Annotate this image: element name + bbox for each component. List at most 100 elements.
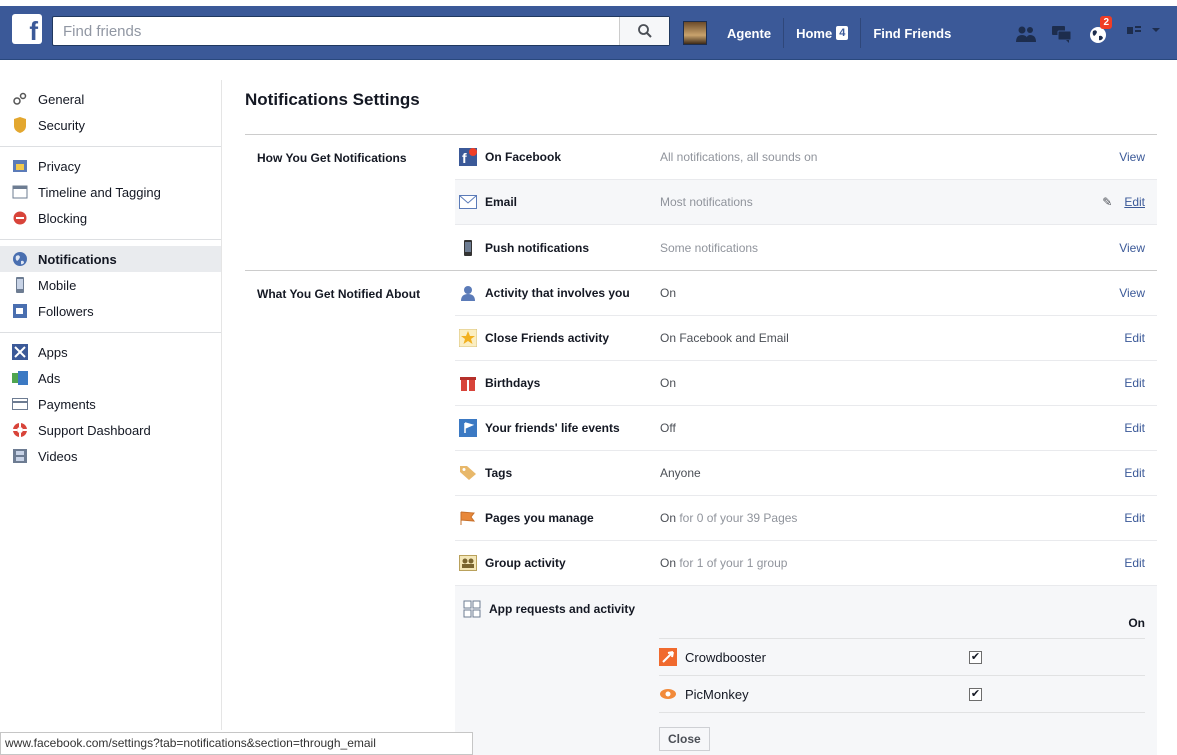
settings-sidebar: General Security Privacy Timeline and Ta…: [0, 80, 222, 730]
account-menu[interactable]: [1126, 24, 1162, 36]
setting-row-group-activity[interactable]: Group activity On for 1 of your 1 group …: [455, 541, 1157, 586]
pencil-icon: ✎: [1102, 195, 1113, 209]
setting-name: Birthdays: [455, 374, 660, 392]
notifications-badge: 2: [1100, 16, 1112, 29]
sidebar-item-timeline[interactable]: Timeline and Tagging: [0, 179, 221, 205]
edit-link[interactable]: Edit: [1087, 331, 1157, 345]
section-label: What You Get Notified About: [257, 287, 421, 301]
list-item: PicMonkey ✔: [659, 676, 1145, 713]
edit-link[interactable]: Edit: [1087, 556, 1157, 570]
crowdbooster-checkbox[interactable]: ✔: [969, 650, 982, 664]
top-nav: Agente Home 4 Find Friends: [683, 18, 963, 48]
setting-row-email[interactable]: Email Most notifications ✎ Edit: [455, 180, 1157, 225]
setting-label: Your friends' life events: [485, 421, 620, 435]
profile-name: Agente: [727, 25, 772, 41]
sidebar-item-support-dashboard[interactable]: Support Dashboard: [0, 417, 221, 443]
view-link[interactable]: View: [1087, 241, 1157, 255]
setting-label: Group activity: [485, 556, 566, 570]
sidebar-item-ads[interactable]: Ads: [0, 365, 221, 391]
sidebar-item-general[interactable]: General: [0, 86, 221, 112]
envelope-icon: [459, 193, 477, 211]
close-button[interactable]: Close: [659, 727, 710, 751]
sidebar-item-apps[interactable]: Apps: [0, 339, 221, 365]
notifications-globe-icon[interactable]: 2: [1084, 16, 1112, 48]
app-requests-panel: App requests and activity On Crowdbooste…: [455, 586, 1157, 755]
view-link[interactable]: View: [1087, 286, 1157, 300]
apps-icon: [12, 344, 28, 360]
avatar[interactable]: [683, 21, 707, 45]
setting-name: App requests and activity: [459, 600, 664, 618]
pages-flag-icon: [459, 509, 477, 527]
setting-row-activity[interactable]: Activity that involves you On View: [455, 271, 1157, 316]
view-link[interactable]: View: [1087, 150, 1157, 164]
home-label: Home: [796, 25, 833, 41]
sidebar-item-label: Payments: [38, 396, 96, 412]
globe-icon: [12, 251, 28, 267]
gift-icon: [459, 374, 477, 392]
film-icon: [12, 448, 28, 464]
notification-settings-table: How You Get Notifications f On Facebook …: [245, 134, 1157, 755]
setting-label: Birthdays: [485, 376, 541, 390]
search-input[interactable]: [53, 17, 613, 45]
friend-requests-icon[interactable]: [1012, 20, 1040, 48]
edit-link[interactable]: Edit: [1087, 421, 1157, 435]
setting-row-tags[interactable]: Tags Anyone Edit: [455, 451, 1157, 496]
facebook-logo-icon[interactable]: f: [12, 14, 42, 44]
app-label: PicMonkey: [685, 686, 749, 702]
find-friends-link[interactable]: Find Friends: [861, 18, 963, 48]
sidebar-group-privacy: Privacy Timeline and Tagging Blocking: [0, 147, 221, 240]
setting-row-close-friends[interactable]: Close Friends activity On Facebook and E…: [455, 316, 1157, 361]
setting-name: Push notifications: [455, 239, 660, 257]
star-icon: [459, 329, 477, 347]
app-name: Crowdbooster: [659, 648, 969, 666]
setting-name: f On Facebook: [455, 148, 660, 166]
app-requests-state: On: [1128, 616, 1145, 630]
sidebar-item-mobile[interactable]: Mobile: [0, 272, 221, 298]
privacy-shortcuts-icon: [1127, 26, 1141, 34]
setting-row-on-facebook[interactable]: f On Facebook All notifications, all sou…: [455, 135, 1157, 180]
setting-value: On: [660, 376, 677, 390]
sidebar-item-blocking[interactable]: Blocking: [0, 205, 221, 231]
search-button[interactable]: [619, 17, 669, 45]
group-icon: [459, 554, 477, 572]
picmonkey-checkbox[interactable]: ✔: [969, 687, 982, 701]
facebook-notifications-icon: f: [459, 148, 477, 166]
sidebar-item-notifications[interactable]: Notifications: [0, 246, 221, 272]
setting-row-life-events[interactable]: Your friends' life events Off Edit: [455, 406, 1157, 451]
credit-card-icon: [12, 396, 28, 412]
home-link[interactable]: Home 4: [784, 18, 862, 48]
sidebar-group-apps: Apps Ads Payments Support Dashboard Vide…: [0, 333, 221, 477]
person-icon: [459, 284, 477, 302]
setting-row-pages[interactable]: Pages you manage On for 0 of your 39 Pag…: [455, 496, 1157, 541]
sidebar-item-privacy[interactable]: Privacy: [0, 153, 221, 179]
search-icon: [637, 24, 652, 38]
setting-value: Off: [660, 421, 676, 435]
sidebar-item-label: Mobile: [38, 277, 77, 293]
setting-label: Close Friends activity: [485, 331, 610, 345]
sidebar-item-label: Support Dashboard: [38, 422, 151, 438]
sidebar-item-label: Apps: [38, 344, 68, 360]
edit-link[interactable]: ✎ Edit: [1087, 195, 1157, 209]
sidebar-item-label: Timeline and Tagging: [38, 184, 161, 200]
setting-value: On for 1 of your 1 group: [660, 556, 788, 570]
sidebar-item-followers[interactable]: Followers: [0, 298, 221, 324]
edit-link[interactable]: Edit: [1087, 466, 1157, 480]
page-title: Notifications Settings: [245, 90, 420, 109]
profile-link[interactable]: Agente: [715, 18, 785, 48]
edit-link[interactable]: Edit: [1087, 376, 1157, 390]
setting-row-birthdays[interactable]: Birthdays On Edit: [455, 361, 1157, 406]
sidebar-item-videos[interactable]: Videos: [0, 443, 221, 469]
search-box: [52, 16, 670, 46]
setting-row-push-notifications[interactable]: Push notifications Some notifications Vi…: [455, 225, 1157, 270]
gears-icon: [12, 91, 28, 107]
ads-icon: [12, 370, 28, 386]
sidebar-item-payments[interactable]: Payments: [0, 391, 221, 417]
sidebar-item-label: Security: [38, 117, 85, 133]
messages-icon[interactable]: [1048, 20, 1076, 48]
app-label: Crowdbooster: [685, 649, 766, 665]
crowdbooster-icon: [659, 648, 677, 666]
edit-link[interactable]: Edit: [1087, 511, 1157, 525]
sidebar-item-security[interactable]: Security: [0, 112, 221, 138]
setting-value: Anyone: [660, 466, 701, 480]
setting-label: Push notifications: [485, 240, 590, 255]
